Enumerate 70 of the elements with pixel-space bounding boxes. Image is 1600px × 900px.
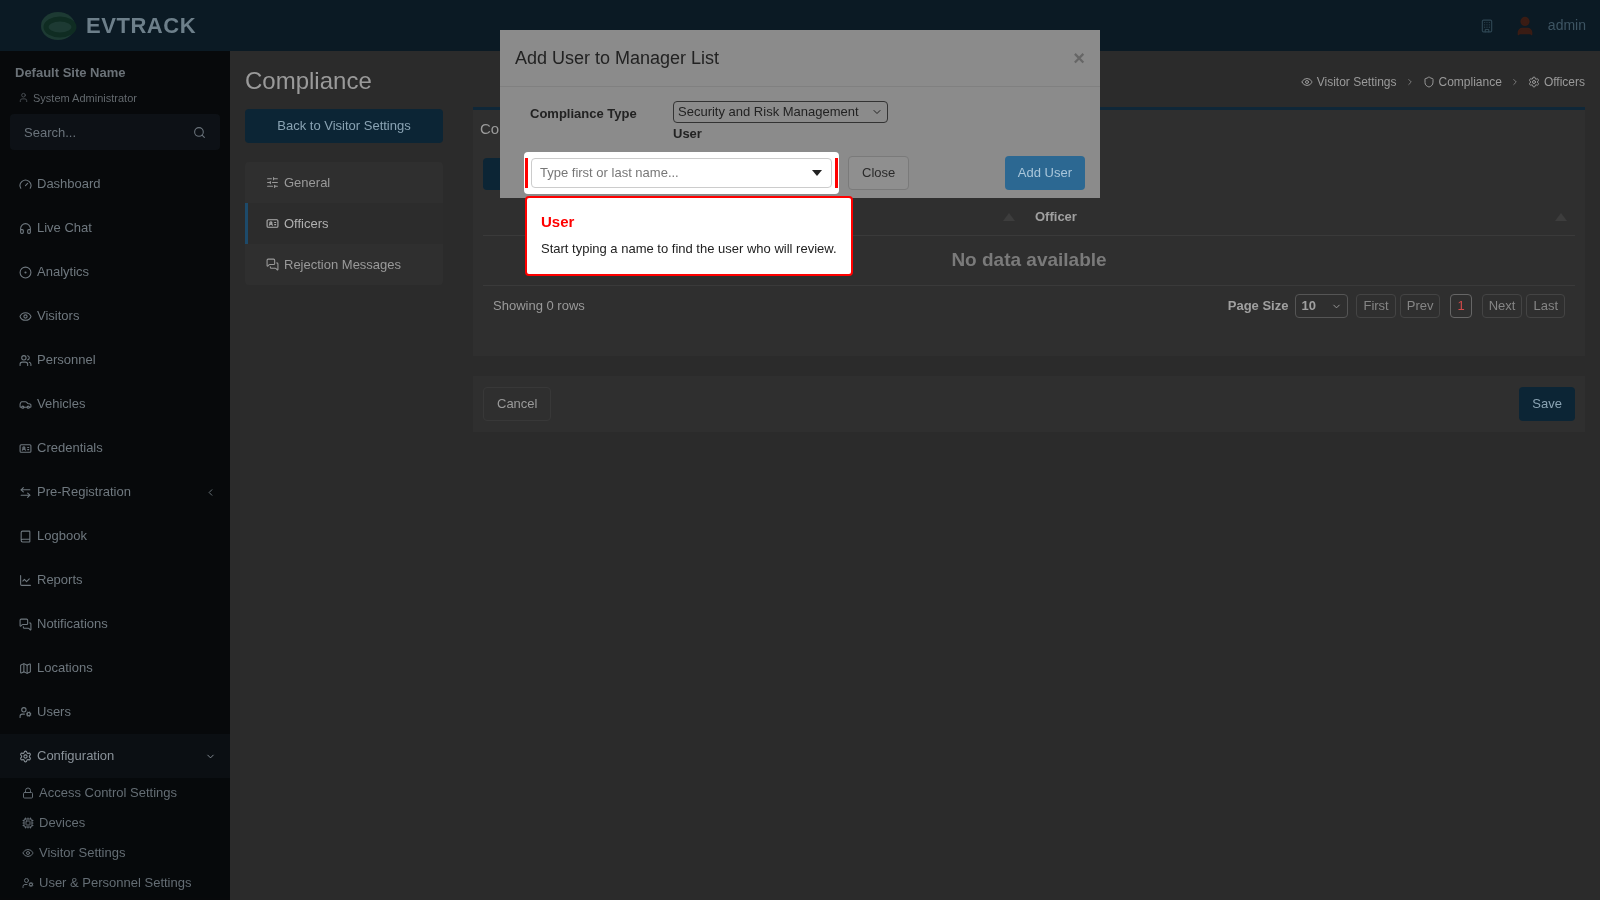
cancel-button[interactable]: Cancel xyxy=(483,387,552,421)
compliance-type-select[interactable]: Security and Risk Management xyxy=(673,101,888,123)
modal-title: Add User to Manager List xyxy=(515,46,720,70)
page-size-label: Page Size xyxy=(1227,297,1289,316)
eye-icon xyxy=(1300,76,1313,88)
sidebar-item[interactable]: Vehicles xyxy=(0,382,230,426)
breadcrumb-link[interactable]: Compliance xyxy=(1438,73,1502,91)
breadcrumb-link[interactable]: Visitor Settings xyxy=(1316,73,1397,91)
field-label: Compliance Type xyxy=(530,105,638,123)
logo-text: EVTRACK xyxy=(86,12,197,40)
id-card-icon xyxy=(19,441,32,455)
chart-icon xyxy=(19,573,32,587)
sidebar-item[interactable]: Users xyxy=(0,690,230,734)
chip-icon xyxy=(22,817,34,829)
gauge-icon xyxy=(19,177,32,191)
sidebar-item[interactable]: Credentials xyxy=(0,426,230,470)
building-icon[interactable] xyxy=(1479,18,1494,33)
lock-icon xyxy=(22,787,34,799)
card-title: Co xyxy=(480,119,500,139)
nav-item[interactable]: General xyxy=(245,162,443,203)
back-button[interactable]: Back to Visitor Settings xyxy=(245,109,443,143)
user-search-field[interactable]: Type first or last name... xyxy=(531,157,832,188)
user-gear-icon xyxy=(19,705,32,719)
chat-icon xyxy=(266,258,279,271)
save-button[interactable]: Save xyxy=(1519,387,1575,421)
book-icon xyxy=(19,529,32,543)
sidebar-item[interactable]: Visitors xyxy=(0,294,230,338)
sidebar-item[interactable]: Analytics xyxy=(0,250,230,294)
sidebar-item[interactable]: Locations xyxy=(0,646,230,690)
sidebar-item[interactable]: Logbook xyxy=(0,514,230,558)
sidebar-item[interactable]: Reports xyxy=(0,558,230,602)
site-name: Default Site Name xyxy=(15,64,127,82)
pagination-button[interactable]: 1 xyxy=(1450,294,1472,318)
user-icon xyxy=(18,92,29,104)
sidebar-item[interactable]: Personnel xyxy=(0,338,230,382)
page-title: Compliance xyxy=(245,66,372,96)
id-card-icon xyxy=(266,217,279,230)
eye-icon xyxy=(19,309,32,323)
caret-icon xyxy=(812,169,822,176)
close-button[interactable]: Close xyxy=(848,155,910,190)
user-gear-icon xyxy=(22,877,34,889)
search-field[interactable]: Search... xyxy=(10,114,220,150)
eye-icon xyxy=(22,847,34,859)
row-count: Showing 0 rows xyxy=(493,297,585,316)
shield-icon xyxy=(1422,76,1435,88)
arrows-icon xyxy=(19,485,32,499)
breadcrumb-link[interactable]: Officers xyxy=(1543,73,1585,91)
field-label: User xyxy=(673,125,703,143)
page-size-select[interactable]: 10 xyxy=(1295,294,1349,318)
sidebar-item[interactable]: Dashboard xyxy=(0,162,230,206)
sidebar-item[interactable]: Live Chat xyxy=(0,206,230,250)
role-text: System Administrator xyxy=(33,90,137,106)
add-user-button[interactable]: Add User xyxy=(1004,155,1085,190)
sidebar-item[interactable]: Notifications xyxy=(0,602,230,646)
sidebar-item[interactable]: Configuration xyxy=(0,734,230,778)
sidebar-item[interactable]: Pre-Registration xyxy=(0,470,230,514)
chat-icon xyxy=(19,617,32,631)
search-icon[interactable] xyxy=(193,126,206,139)
nav-item[interactable]: Rejection Messages xyxy=(245,244,443,285)
tooltip-text: Start typing a name to find the user who will review. xyxy=(541,240,837,258)
gear-icon xyxy=(1527,76,1540,88)
gear-icon xyxy=(19,749,32,763)
map-icon xyxy=(19,661,32,675)
empty-message: No data available xyxy=(951,248,1107,273)
tooltip-title: User xyxy=(541,214,576,229)
column-header[interactable]: Officer xyxy=(1035,206,1077,227)
headset-icon xyxy=(19,221,32,235)
people-icon xyxy=(19,353,32,367)
sliders-icon xyxy=(266,176,279,189)
target-icon xyxy=(19,265,32,279)
